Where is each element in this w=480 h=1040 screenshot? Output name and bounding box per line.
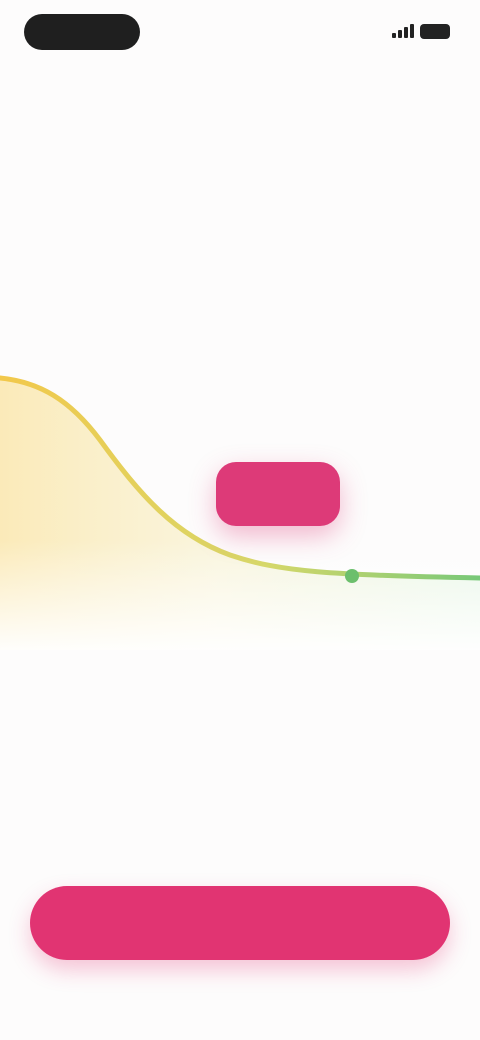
chart-end-point [345,569,359,583]
screen [0,0,480,1040]
chart-badge [216,462,340,526]
signal-icon [392,24,414,38]
status-icons [392,20,450,42]
status-bar [0,12,480,52]
battery-icon [420,23,450,39]
continue-button[interactable] [30,886,450,960]
status-time-pill [24,14,140,50]
